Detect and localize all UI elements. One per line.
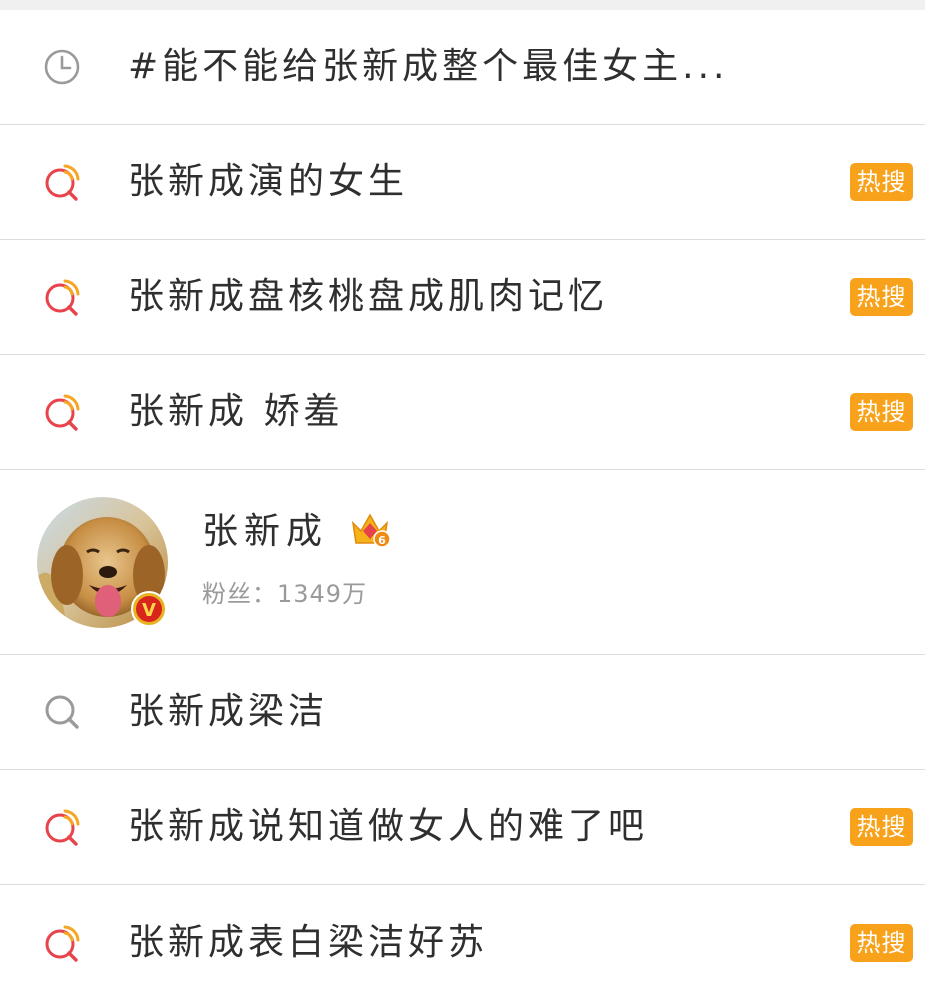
fans-value: 1349万 <box>277 580 368 608</box>
suggestion-row[interactable]: 张新成梁洁 <box>0 655 925 770</box>
suggestion-row[interactable]: 张新成说知道做女人的难了吧 热搜 <box>0 770 925 885</box>
hot-search-badge: 热搜 <box>850 393 913 431</box>
verified-badge-icon: V <box>131 591 167 627</box>
suggestion-row[interactable]: 张新成盘核桃盘成肌肉记忆 热搜 <box>0 240 925 355</box>
vip-crown-icon: 6 <box>351 513 391 548</box>
hot-search-badge: 热搜 <box>850 163 913 201</box>
hot-search-icon <box>45 394 80 431</box>
hot-search-icon <box>45 925 80 962</box>
clock-icon <box>44 49 80 85</box>
suggestion-text: 张新成说知道做女人的难了吧 <box>128 807 649 847</box>
search-icon <box>45 695 79 729</box>
hot-search-icon <box>45 164 80 201</box>
hot-search-badge: 热搜 <box>850 278 913 316</box>
hot-search-icon <box>45 279 80 316</box>
svg-text:6: 6 <box>378 534 386 547</box>
user-result-row[interactable]: V 张新成 6 粉丝：1349万 <box>0 470 925 655</box>
user-name: 张新成 <box>202 511 329 552</box>
top-strip <box>0 0 925 10</box>
history-row[interactable]: #能不能给张新成整个最佳女主... <box>0 10 925 125</box>
suggestion-text: 张新成盘核桃盘成肌肉记忆 <box>128 277 609 317</box>
hot-search-icon <box>45 809 80 846</box>
suggestion-text: 张新成演的女生 <box>128 162 409 202</box>
suggestion-text: 张新成表白梁洁好苏 <box>128 922 489 963</box>
fans-label: 粉丝： <box>202 580 277 608</box>
fans-count: 粉丝：1349万 <box>202 574 367 609</box>
suggestion-row[interactable]: 张新成表白梁洁好苏 热搜 <box>0 885 925 1000</box>
suggestion-text: 张新成梁洁 <box>128 692 329 732</box>
history-text: #能不能给张新成整个最佳女主... <box>128 47 729 87</box>
svg-text:V: V <box>142 600 156 621</box>
suggestion-row[interactable]: 张新成 娇羞 热搜 <box>0 355 925 470</box>
suggestion-row[interactable]: 张新成演的女生 热搜 <box>0 125 925 240</box>
hot-search-badge: 热搜 <box>850 923 913 962</box>
suggestion-text: 张新成 娇羞 <box>128 392 344 432</box>
hot-search-badge: 热搜 <box>850 808 913 846</box>
